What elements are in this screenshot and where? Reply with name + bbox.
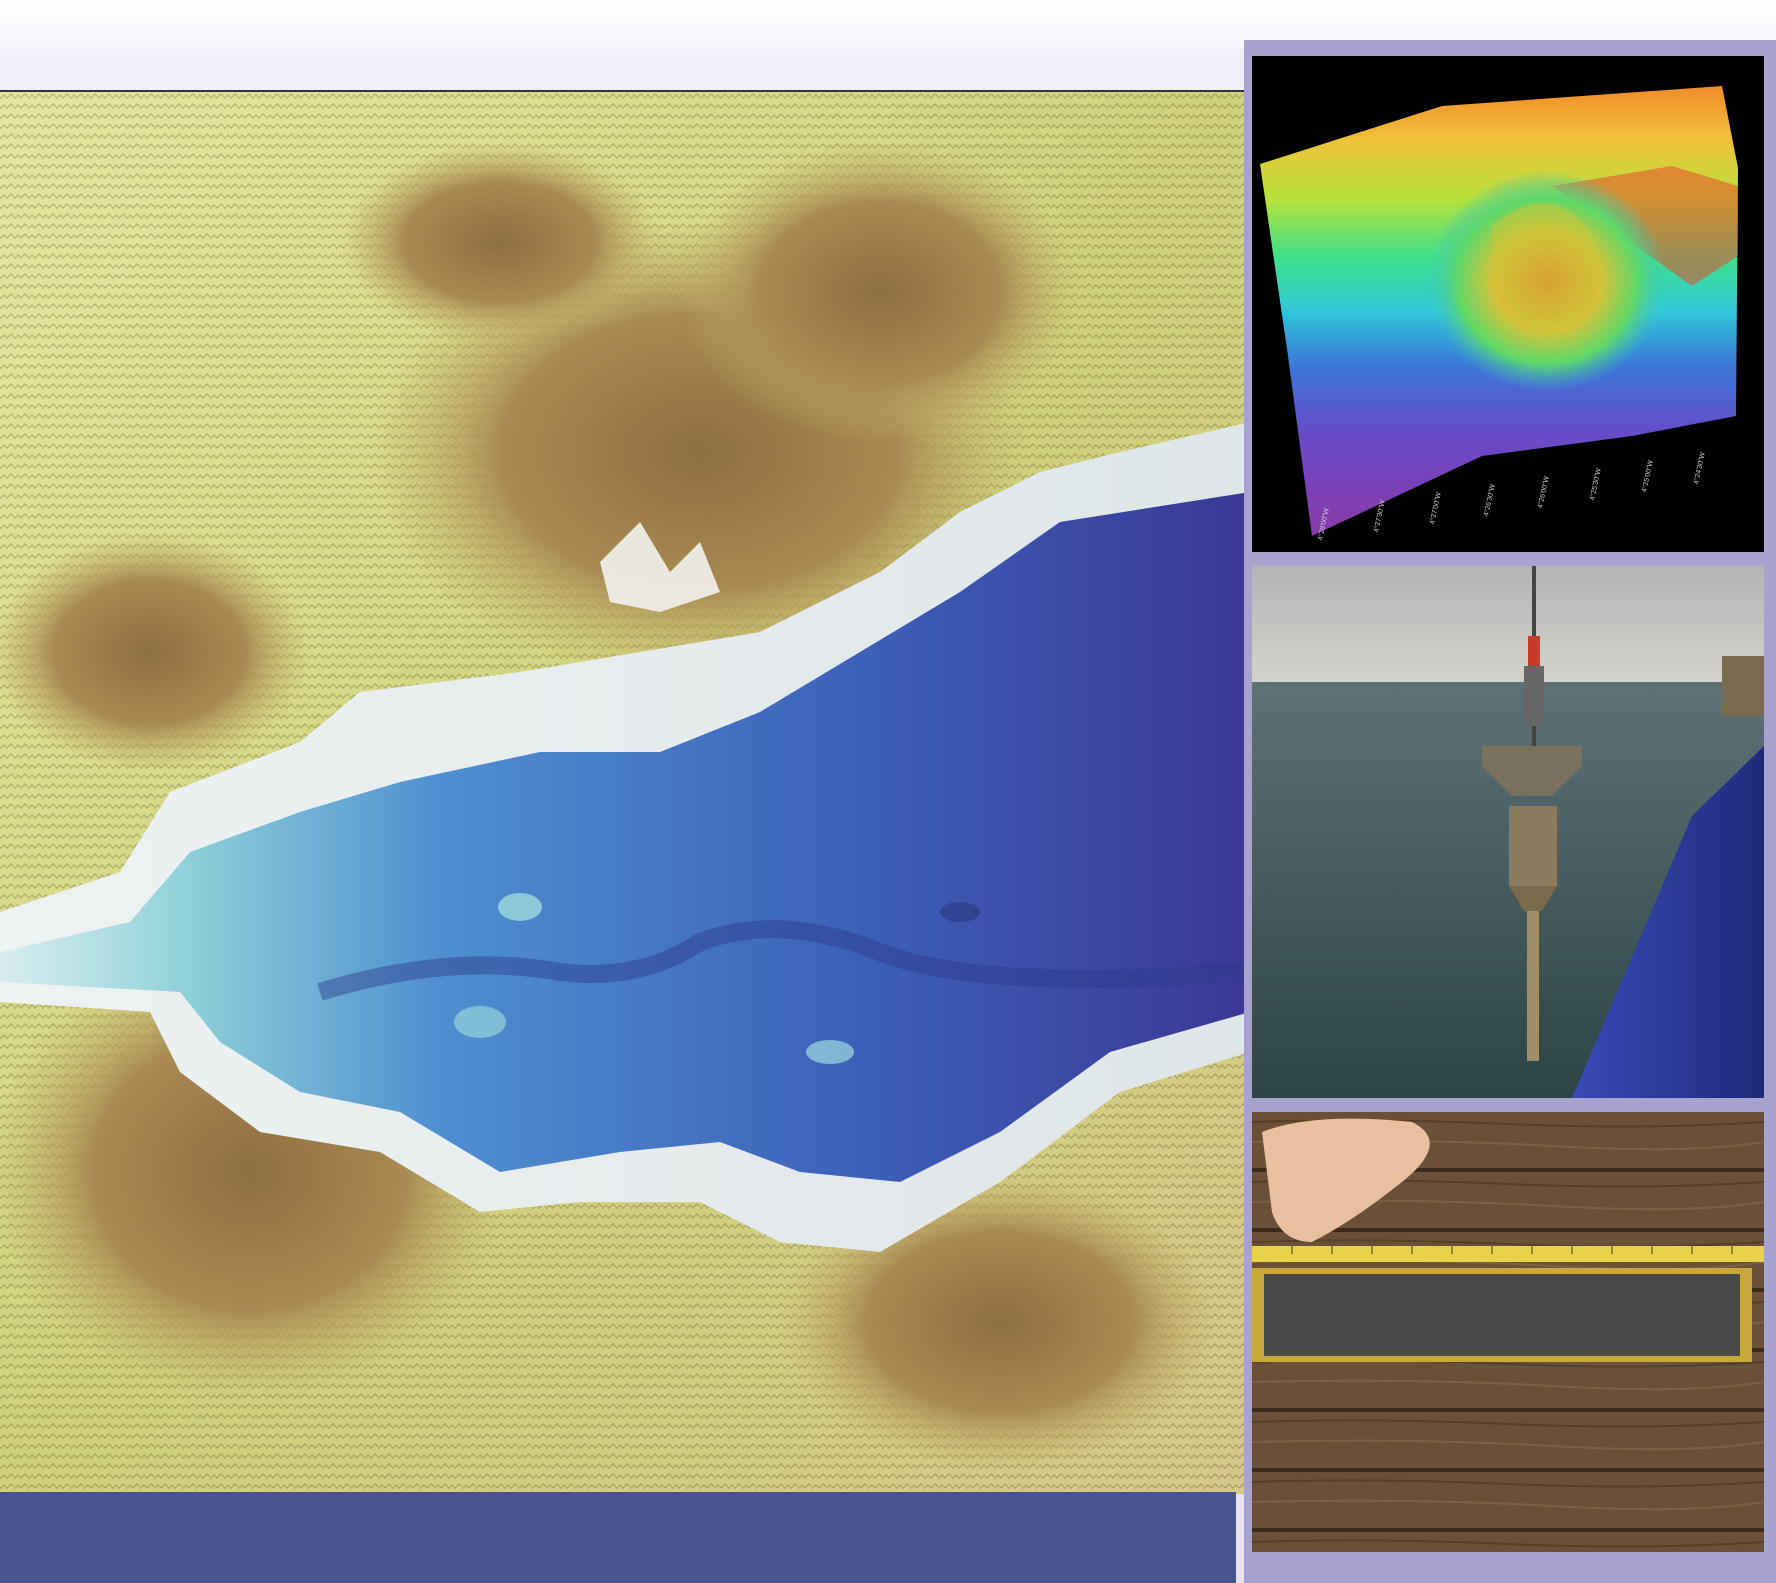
bathymetry-3d-image (1252, 56, 1764, 552)
relief-bathymetry-map (0, 90, 1250, 1494)
corer-photo-panel (1252, 566, 1764, 1098)
sediment-core-photo-panel (1252, 1112, 1764, 1552)
map-image (0, 92, 1250, 1494)
corer-photo (1252, 566, 1764, 1098)
bathymetry-3d-panel: 4°28'00"W 4°27'30"W 4°27'00"W 4°26'30"W … (1252, 56, 1764, 552)
sediment-core-photo (1252, 1112, 1764, 1552)
bottom-color-band (0, 1492, 1236, 1583)
